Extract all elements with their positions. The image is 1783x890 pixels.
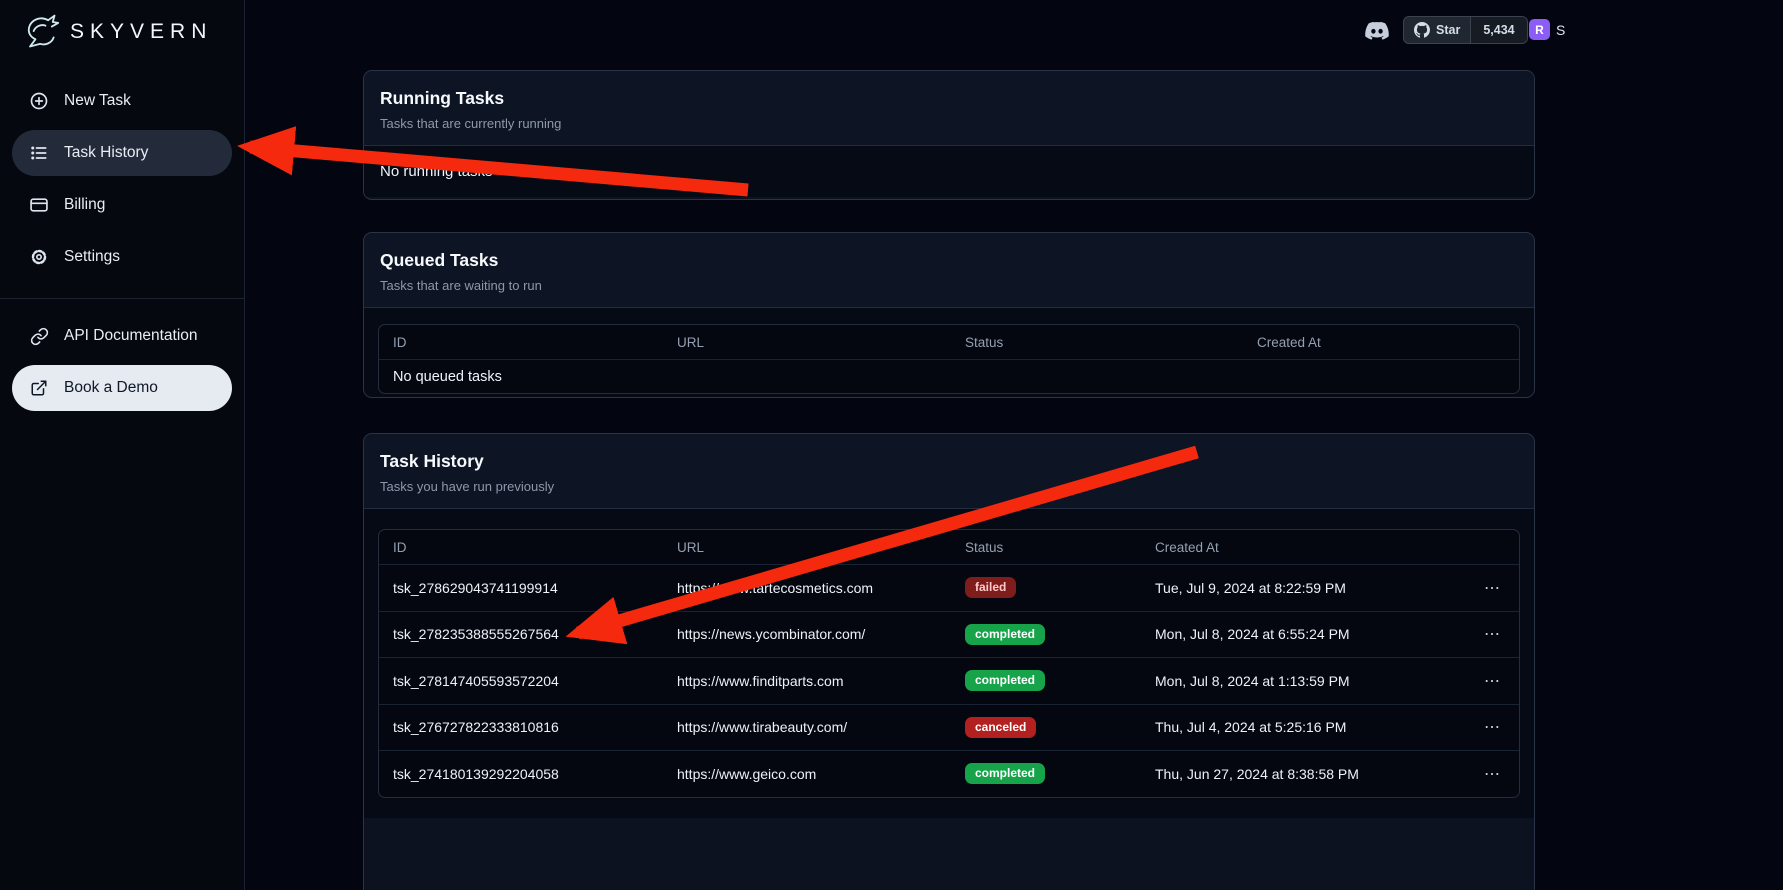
sidebar-item-label: New Task xyxy=(64,92,131,110)
column-header-url: URL xyxy=(663,540,951,555)
status-badge: completed xyxy=(965,670,1045,691)
queued-tasks-empty-text: No queued tasks xyxy=(379,359,1519,393)
card-title: Running Tasks xyxy=(380,88,1518,109)
sidebar-item-label: Settings xyxy=(64,248,120,266)
username-partial: S xyxy=(1556,22,1565,38)
table-row[interactable]: tsk_278235388555267564 https://news.ycom… xyxy=(379,611,1519,658)
card-subtitle: Tasks you have run previously xyxy=(380,479,1518,494)
running-tasks-card: Running Tasks Tasks that are currently r… xyxy=(363,70,1535,200)
table-row[interactable]: tsk_278629043741199914 https://www.tarte… xyxy=(379,564,1519,611)
main-content: Running Tasks Tasks that are currently r… xyxy=(363,70,1535,890)
row-actions-button[interactable]: ⋯ xyxy=(1467,671,1519,691)
sidebar-item-settings[interactable]: Settings xyxy=(12,234,232,280)
queued-tasks-header: Queued Tasks Tasks that are waiting to r… xyxy=(364,233,1534,308)
running-tasks-body: No running tasks xyxy=(364,146,1534,197)
column-header-id: ID xyxy=(379,540,663,555)
column-header-created-at: Created At xyxy=(1243,335,1519,350)
list-icon xyxy=(29,143,49,163)
task-id: tsk_278147405593572204 xyxy=(379,673,663,689)
sidebar-item-book-a-demo[interactable]: Book a Demo xyxy=(12,365,232,411)
row-actions-button[interactable]: ⋯ xyxy=(1467,764,1519,784)
task-url: https://www.geico.com xyxy=(663,766,951,782)
queued-tasks-table: ID URL Status Created At No queued tasks xyxy=(378,324,1520,394)
card-title: Queued Tasks xyxy=(380,250,1518,271)
task-id: tsk_274180139292204058 xyxy=(379,766,663,782)
status-badge: canceled xyxy=(965,717,1036,738)
skyvern-dragon-icon xyxy=(20,12,60,52)
table-header-row: ID URL Status Created At xyxy=(379,530,1519,564)
card-subtitle: Tasks that are waiting to run xyxy=(380,278,1518,293)
table-row[interactable]: tsk_276727822333810816 https://www.tirab… xyxy=(379,704,1519,751)
status-badge: completed xyxy=(965,624,1045,645)
status-badge: completed xyxy=(965,763,1045,784)
task-history-card: Task History Tasks you have run previous… xyxy=(363,433,1535,890)
github-star-button[interactable]: Star 5,434 xyxy=(1403,16,1528,44)
sidebar-nav: New Task Task History Billing Settings xyxy=(0,78,244,411)
task-url: https://www.tartecosmetics.com xyxy=(663,580,951,596)
card-title: Task History xyxy=(380,451,1518,472)
table-row[interactable]: tsk_274180139292204058 https://www.geico… xyxy=(379,750,1519,797)
task-url: https://www.finditparts.com xyxy=(663,673,951,689)
task-created-at: Mon, Jul 8, 2024 at 6:55:24 PM xyxy=(1141,626,1467,642)
sidebar-item-new-task[interactable]: New Task xyxy=(12,78,232,124)
row-actions-button[interactable]: ⋯ xyxy=(1467,624,1519,644)
gear-icon xyxy=(29,247,49,267)
column-header-url: URL xyxy=(663,335,951,350)
skyvern-app: SKYVERN New Task Task History Billing xyxy=(0,0,1783,890)
task-history-body: ID URL Status Created At tsk_27862904374… xyxy=(364,509,1534,818)
sidebar-item-api-documentation[interactable]: API Documentation xyxy=(12,313,232,359)
sidebar-item-label: Billing xyxy=(64,196,105,214)
logo-text: SKYVERN xyxy=(70,20,212,44)
task-created-at: Mon, Jul 8, 2024 at 1:13:59 PM xyxy=(1141,673,1467,689)
external-link-icon xyxy=(29,378,49,398)
task-id: tsk_278235388555267564 xyxy=(379,626,663,642)
github-star-count: 5,434 xyxy=(1470,17,1526,43)
skyvern-logo[interactable]: SKYVERN xyxy=(0,0,244,62)
running-tasks-header: Running Tasks Tasks that are currently r… xyxy=(364,71,1534,146)
task-url: https://www.tirabeauty.com/ xyxy=(663,719,951,735)
link-icon xyxy=(29,326,49,346)
sidebar-item-billing[interactable]: Billing xyxy=(12,182,232,228)
status-badge: failed xyxy=(965,577,1016,598)
task-history-table: ID URL Status Created At tsk_27862904374… xyxy=(378,529,1520,798)
github-star-label: Star xyxy=(1436,23,1460,37)
table-header-row: ID URL Status Created At xyxy=(379,325,1519,359)
topbar: Star 5,434 R S xyxy=(245,0,1783,60)
column-header-status: Status xyxy=(951,540,1141,555)
queued-tasks-body: ID URL Status Created At No queued tasks xyxy=(364,308,1534,398)
card-subtitle: Tasks that are currently running xyxy=(380,116,1518,131)
column-header-status: Status xyxy=(951,335,1243,350)
sidebar-item-label: Book a Demo xyxy=(64,379,158,397)
queued-tasks-card: Queued Tasks Tasks that are waiting to r… xyxy=(363,232,1535,398)
column-header-id: ID xyxy=(379,335,663,350)
discord-icon[interactable] xyxy=(1363,16,1391,44)
table-row[interactable]: tsk_278147405593572204 https://www.findi… xyxy=(379,657,1519,704)
task-id: tsk_276727822333810816 xyxy=(379,719,663,735)
sidebar: SKYVERN New Task Task History Billing xyxy=(0,0,245,890)
github-icon xyxy=(1414,22,1430,38)
task-url: https://news.ycombinator.com/ xyxy=(663,626,951,642)
row-actions-button[interactable]: ⋯ xyxy=(1467,578,1519,598)
task-id: tsk_278629043741199914 xyxy=(379,580,663,596)
sidebar-item-label: API Documentation xyxy=(64,327,198,345)
task-created-at: Tue, Jul 9, 2024 at 8:22:59 PM xyxy=(1141,580,1467,596)
credit-card-icon xyxy=(29,195,49,215)
task-history-header: Task History Tasks you have run previous… xyxy=(364,434,1534,509)
sidebar-item-label: Task History xyxy=(64,144,148,162)
plus-circle-icon xyxy=(29,91,49,111)
row-actions-button[interactable]: ⋯ xyxy=(1467,717,1519,737)
sidebar-item-task-history[interactable]: Task History xyxy=(12,130,232,176)
sidebar-divider xyxy=(0,298,244,299)
task-created-at: Thu, Jul 4, 2024 at 5:25:16 PM xyxy=(1141,719,1467,735)
column-header-created-at: Created At xyxy=(1141,540,1467,555)
task-created-at: Thu, Jun 27, 2024 at 8:38:58 PM xyxy=(1141,766,1467,782)
avatar[interactable]: R xyxy=(1529,19,1550,40)
running-tasks-empty-text: No running tasks xyxy=(364,146,1534,197)
